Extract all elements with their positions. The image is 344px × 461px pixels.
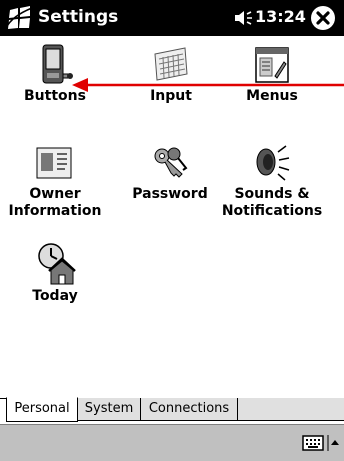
tab-personal[interactable]: Personal (6, 397, 78, 422)
close-icon[interactable] (310, 5, 336, 31)
sounds-label-line2: Notifications (221, 203, 323, 219)
owner-card-icon (36, 147, 72, 179)
today-clock-house-icon (38, 243, 76, 285)
settings-item-owner-information[interactable]: Owner Information (4, 140, 106, 220)
keyboard-input-icon[interactable] (302, 435, 324, 451)
input-panel-arrow-icon[interactable] (327, 435, 339, 451)
keys-icon (154, 147, 188, 178)
settings-item-password[interactable]: Password (124, 140, 216, 203)
clock[interactable]: 13:24 (255, 7, 306, 26)
volume-icon[interactable] (234, 9, 254, 27)
title-bar: Settings 13:24 (0, 0, 344, 36)
settings-item-sounds-notifications[interactable]: Sounds & Notifications (218, 140, 326, 220)
today-label: Today (32, 288, 78, 304)
annotation-arrow (72, 78, 344, 92)
tab-connections[interactable]: Connections (140, 398, 238, 421)
tab-strip-filler (237, 398, 344, 421)
tab-system[interactable]: System (77, 398, 141, 421)
password-label: Password (132, 186, 208, 202)
settings-item-today[interactable]: Today (15, 240, 95, 305)
sounds-label-line1: Sounds & (234, 186, 310, 202)
speaker-icon (256, 145, 290, 181)
command-bar (0, 424, 344, 461)
tab-strip: Personal System Connections (0, 397, 344, 422)
owner-label-line1: Owner (29, 186, 81, 202)
app-title: Settings (38, 7, 119, 27)
owner-label-line2: Information (8, 203, 102, 219)
start-menu-windows-icon[interactable] (6, 6, 34, 30)
